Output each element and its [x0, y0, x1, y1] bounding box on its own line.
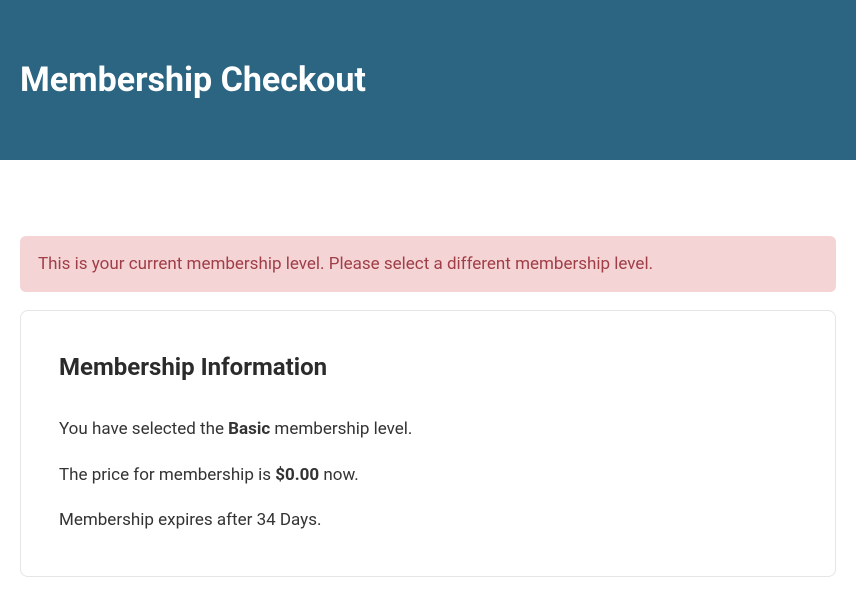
membership-price-value: $0.00 — [275, 465, 319, 485]
page-title: Membership Checkout — [20, 60, 366, 100]
price-prefix: The price for membership is — [59, 465, 275, 485]
alert-message: This is your current membership level. P… — [20, 236, 836, 292]
selected-prefix: You have selected the — [59, 419, 228, 439]
selected-suffix: membership level. — [270, 419, 412, 439]
membership-selected-line: You have selected the Basic membership l… — [59, 417, 797, 443]
membership-price-line: The price for membership is $0.00 now. — [59, 463, 797, 489]
membership-section-title: Membership Information — [59, 353, 797, 381]
price-suffix: now. — [319, 465, 359, 485]
membership-level-name: Basic — [228, 419, 270, 439]
page-content: This is your current membership level. P… — [0, 160, 856, 597]
membership-info-card: Membership Information You have selected… — [20, 310, 836, 577]
page-header: Membership Checkout — [0, 0, 856, 160]
alert-text: This is your current membership level. P… — [38, 254, 653, 274]
membership-expiry-line: Membership expires after 34 Days. — [59, 508, 797, 534]
